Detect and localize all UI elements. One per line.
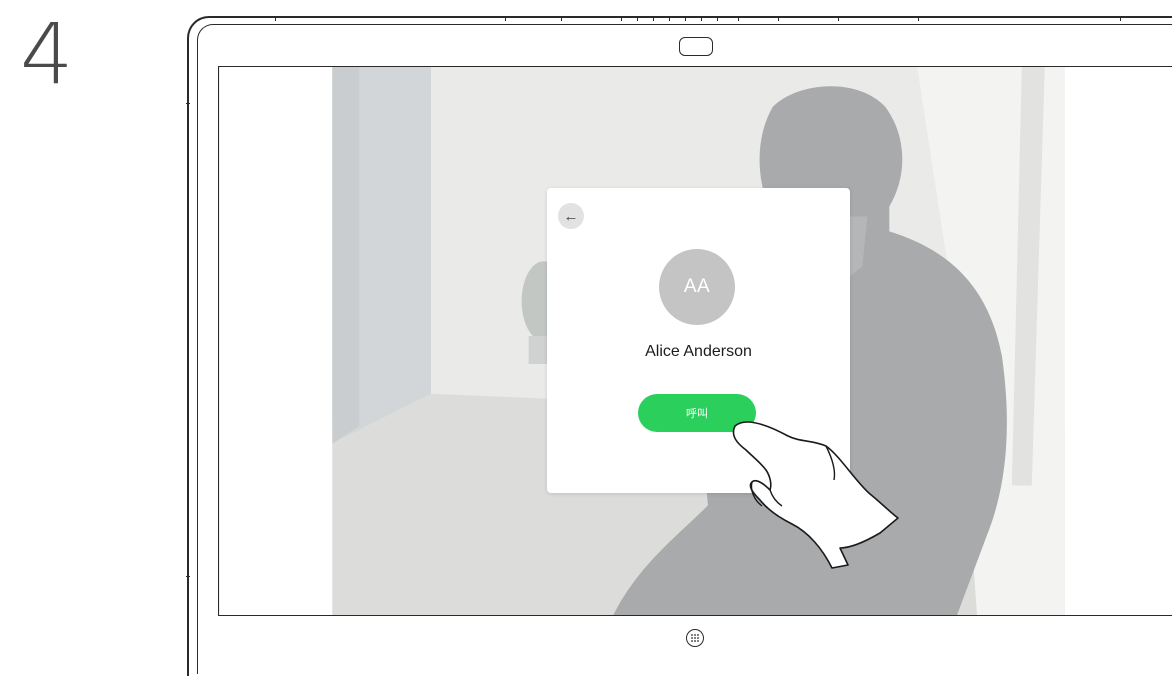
frame-tick [918, 16, 919, 21]
frame-side-tick [186, 576, 190, 577]
avatar-initials: AA [683, 276, 711, 297]
frame-tick [838, 16, 839, 21]
frame-tick [561, 16, 562, 21]
frame-tick [653, 16, 654, 21]
contact-name: Alice Anderson [645, 343, 752, 360]
frame-tick [637, 16, 638, 21]
home-grid-icon[interactable] [686, 629, 704, 647]
frame-tick [701, 16, 702, 21]
frame-tick [505, 16, 506, 21]
frame-tick [1120, 16, 1121, 21]
back-arrow-icon: ← [563, 207, 579, 225]
frame-tick [778, 16, 779, 21]
frame-tick [669, 16, 670, 21]
avatar: AA [659, 249, 735, 325]
call-card: ← AA Alice Anderson 呼叫 [547, 188, 850, 493]
frame-tick [621, 16, 622, 21]
frame-tick [685, 16, 686, 21]
frame-tick [275, 16, 276, 21]
call-button[interactable]: 呼叫 [638, 394, 756, 432]
back-button[interactable]: ← [558, 203, 584, 229]
camera-icon [679, 37, 713, 56]
frame-side-tick [186, 103, 190, 104]
call-button-label: 呼叫 [686, 407, 708, 420]
frame-tick [738, 16, 739, 21]
step-number: 4 [20, 5, 74, 103]
frame-tick [717, 16, 718, 21]
home-grid-dots [691, 634, 699, 642]
screen: ← AA Alice Anderson 呼叫 [218, 66, 1172, 616]
